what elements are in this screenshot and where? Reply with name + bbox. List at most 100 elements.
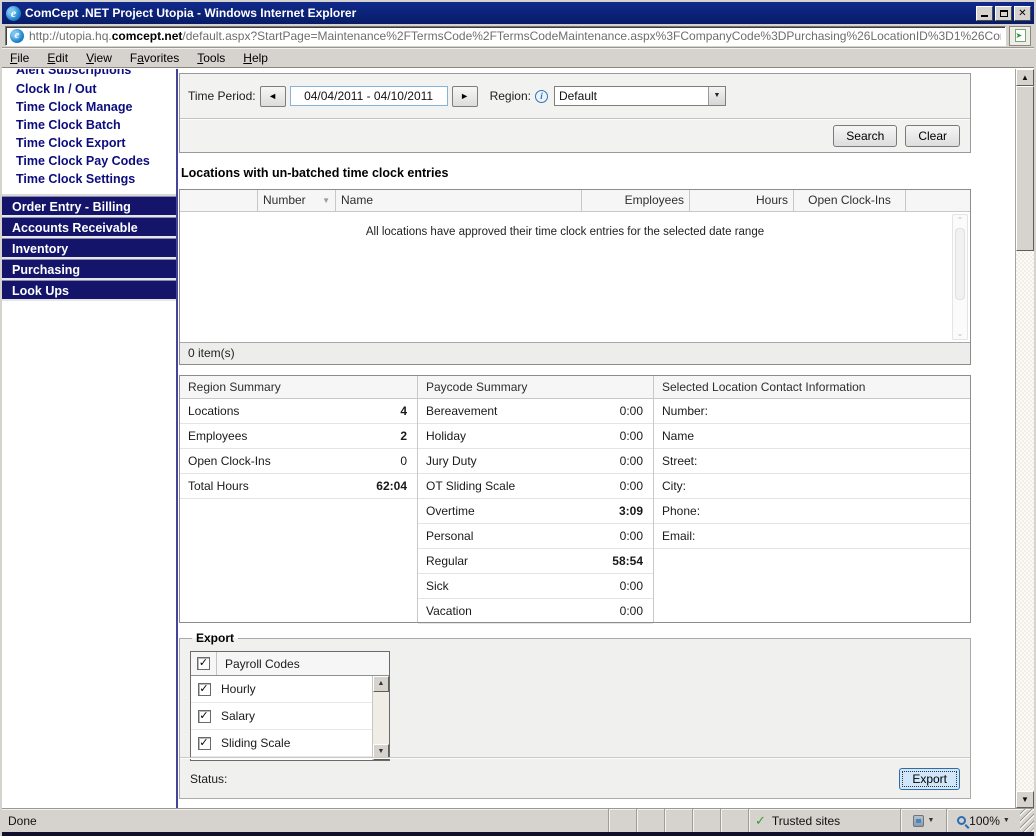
contact-label: Phone: — [662, 504, 701, 518]
menu-item[interactable]: Tools — [197, 51, 225, 65]
maximize-button[interactable] — [995, 5, 1012, 21]
sidebar-section[interactable]: Accounts Receivable — [2, 217, 176, 238]
resize-grip[interactable] — [1020, 809, 1034, 832]
sidebar-item[interactable]: Time Clock Pay Codes — [2, 152, 176, 170]
scroll-up-button[interactable]: ▲ — [373, 676, 389, 692]
scroll-down-icon[interactable]: ⌄ — [957, 329, 964, 338]
column-header[interactable]: ▼ — [180, 190, 258, 211]
summary-row: Employees 2 — [180, 424, 417, 449]
summary-value: 4 — [400, 404, 407, 418]
sidebar-section[interactable]: Inventory — [2, 238, 176, 259]
zoom-dropdown-icon[interactable]: ▼ — [1003, 817, 1010, 824]
payroll-code-item[interactable]: ✓ Salary — [191, 703, 372, 730]
sidebar-sections: Order Entry - Billing Accounts Receivabl… — [2, 194, 176, 301]
clear-button[interactable]: Clear — [905, 125, 960, 147]
maximize-icon — [999, 9, 1008, 17]
export-button[interactable]: Export — [899, 768, 960, 790]
menu-item[interactable]: File — [10, 51, 29, 65]
sidebar: Alert Subscriptions Clock In / Out Time … — [2, 69, 178, 808]
sidebar-item[interactable]: Time Clock Manage — [2, 98, 176, 116]
region-info-icon[interactable]: i — [534, 89, 548, 103]
locations-table: ▼ Number▼ Name▼ Employees▼ Hours▼ Open C… — [179, 189, 971, 365]
summary-value: 0:00 — [619, 429, 643, 443]
paycode-summary-column: Paycode Summary Bereavement 0:00 Holiday… — [418, 376, 654, 624]
summary-panel: Region Summary Locations 4 Employees 2 O… — [179, 375, 971, 624]
sidebar-section[interactable]: Order Entry - Billing — [2, 196, 176, 217]
paycode-summary-header: Paycode Summary — [418, 376, 653, 399]
payroll-code-checkbox[interactable]: ✓ — [197, 736, 211, 750]
sidebar-clipped-item[interactable]: Alert Subscriptions — [2, 69, 176, 80]
previous-period-button[interactable]: ◄ — [259, 85, 286, 107]
filter-buttons-row: Search Clear — [180, 120, 970, 152]
contact-info-header: Selected Location Contact Information — [654, 376, 970, 399]
summary-label: Total Hours — [188, 479, 249, 493]
sidebar-item[interactable]: Clock In / Out — [2, 80, 176, 98]
summary-label: Employees — [188, 429, 248, 443]
scrollbar-thumb[interactable] — [1016, 86, 1034, 251]
region-select[interactable]: Default ▼ — [553, 86, 726, 106]
column-header[interactable]: Employees▼ — [582, 190, 690, 211]
region-dropdown-arrow-icon[interactable]: ▼ — [707, 87, 725, 105]
column-header[interactable]: Name▼ — [336, 190, 582, 211]
payroll-codes-items: ✓ Hourly ✓ Salary ✓ Sliding Scale ▲ ▼ — [191, 676, 389, 760]
payroll-code-item[interactable]: ✓ Sliding Scale — [191, 730, 372, 757]
ie-icon: e — [6, 5, 21, 21]
menu-item[interactable]: Favorites — [130, 51, 179, 65]
column-header[interactable]: Number ▼ — [258, 190, 336, 211]
go-button[interactable] — [1009, 25, 1031, 46]
address-input[interactable]: e http://utopia.hq.comcept.net/default.a… — [5, 25, 1006, 46]
payroll-code-label: Sliding Scale — [221, 736, 291, 750]
next-period-button[interactable]: ► — [451, 85, 478, 107]
dropdown-caret-icon[interactable]: ▼ — [928, 817, 935, 824]
scroll-up-button[interactable]: ▲ — [1016, 69, 1034, 86]
column-header[interactable]: Open Clock-Ins▼ — [794, 190, 906, 211]
sort-arrow-icon[interactable]: ▼ — [316, 190, 330, 211]
payroll-code-checkbox[interactable]: ✓ — [197, 682, 211, 696]
filter-panel: Time Period: ◄ ► Region: i Default ▼ Sea… — [179, 73, 971, 153]
menu-item[interactable]: Edit — [47, 51, 68, 65]
close-button[interactable]: ✕ — [1014, 5, 1031, 21]
region-selected-value: Default — [558, 89, 597, 103]
summary-row: Bereavement 0:00 — [418, 399, 653, 424]
column-header[interactable]: Hours▼ — [690, 190, 794, 211]
payroll-codes-header: ✓ Payroll Codes — [191, 652, 389, 676]
contact-row: Street: — [654, 449, 970, 474]
payroll-codes-checkbox[interactable]: ✓ — [197, 657, 210, 670]
listbox-scrollbar[interactable]: ▲ ▼ — [372, 676, 389, 760]
payroll-codes-listbox: ✓ Payroll Codes ✓ Hourly ✓ Salary ✓ Slid… — [190, 651, 390, 761]
contact-info-column: Selected Location Contact Information Nu… — [654, 376, 970, 622]
payroll-code-item[interactable]: ✓ Hourly — [191, 676, 372, 703]
zoom-control[interactable]: 100% ▼ — [946, 809, 1020, 832]
summary-value: 0:00 — [619, 579, 643, 593]
payroll-code-label: Hourly — [221, 682, 256, 696]
summary-label: Vacation — [426, 604, 472, 618]
region-summary-header: Region Summary — [180, 376, 417, 399]
scroll-up-icon[interactable]: ⌃ — [957, 216, 964, 225]
protected-mode-pane[interactable]: ▼ — [900, 809, 946, 832]
security-zone[interactable]: ✓ Trusted sites — [748, 809, 900, 832]
sidebar-item[interactable]: Time Clock Export — [2, 134, 176, 152]
sidebar-item[interactable]: Time Clock Batch — [2, 116, 176, 134]
summary-label: Bereavement — [426, 404, 498, 418]
sidebar-section[interactable]: Purchasing — [2, 259, 176, 280]
contact-row: Email: — [654, 524, 970, 549]
payroll-code-checkbox[interactable]: ✓ — [197, 709, 211, 723]
status-text: Done — [8, 813, 37, 828]
summary-row: Jury Duty 0:00 — [418, 449, 653, 474]
contact-label: Number: — [662, 404, 709, 418]
status-bar: Done ✓ Trusted sites ▼ 100% ▼ — [2, 808, 1034, 832]
sidebar-item[interactable]: Time Clock Settings — [2, 170, 176, 188]
search-button[interactable]: Search — [833, 125, 898, 147]
scrollbar-thumb[interactable] — [955, 228, 965, 300]
minimize-button[interactable] — [976, 5, 993, 21]
table-scrollbar[interactable]: ⌃ ⌄ — [952, 214, 968, 340]
window-scrollbar[interactable]: ▲ ▼ — [1015, 69, 1034, 808]
time-period-input[interactable] — [289, 86, 448, 106]
title-bar: e ComCept .NET Project Utopia - Windows … — [2, 2, 1034, 24]
scroll-down-button[interactable]: ▼ — [1016, 791, 1034, 808]
locations-section-title: Locations with un-batched time clock ent… — [181, 166, 449, 180]
menu-item[interactable]: View — [86, 51, 112, 65]
menu-item[interactable]: Help — [243, 51, 268, 65]
summary-value: 0:00 — [619, 454, 643, 468]
sidebar-section[interactable]: Look Ups — [2, 280, 176, 301]
